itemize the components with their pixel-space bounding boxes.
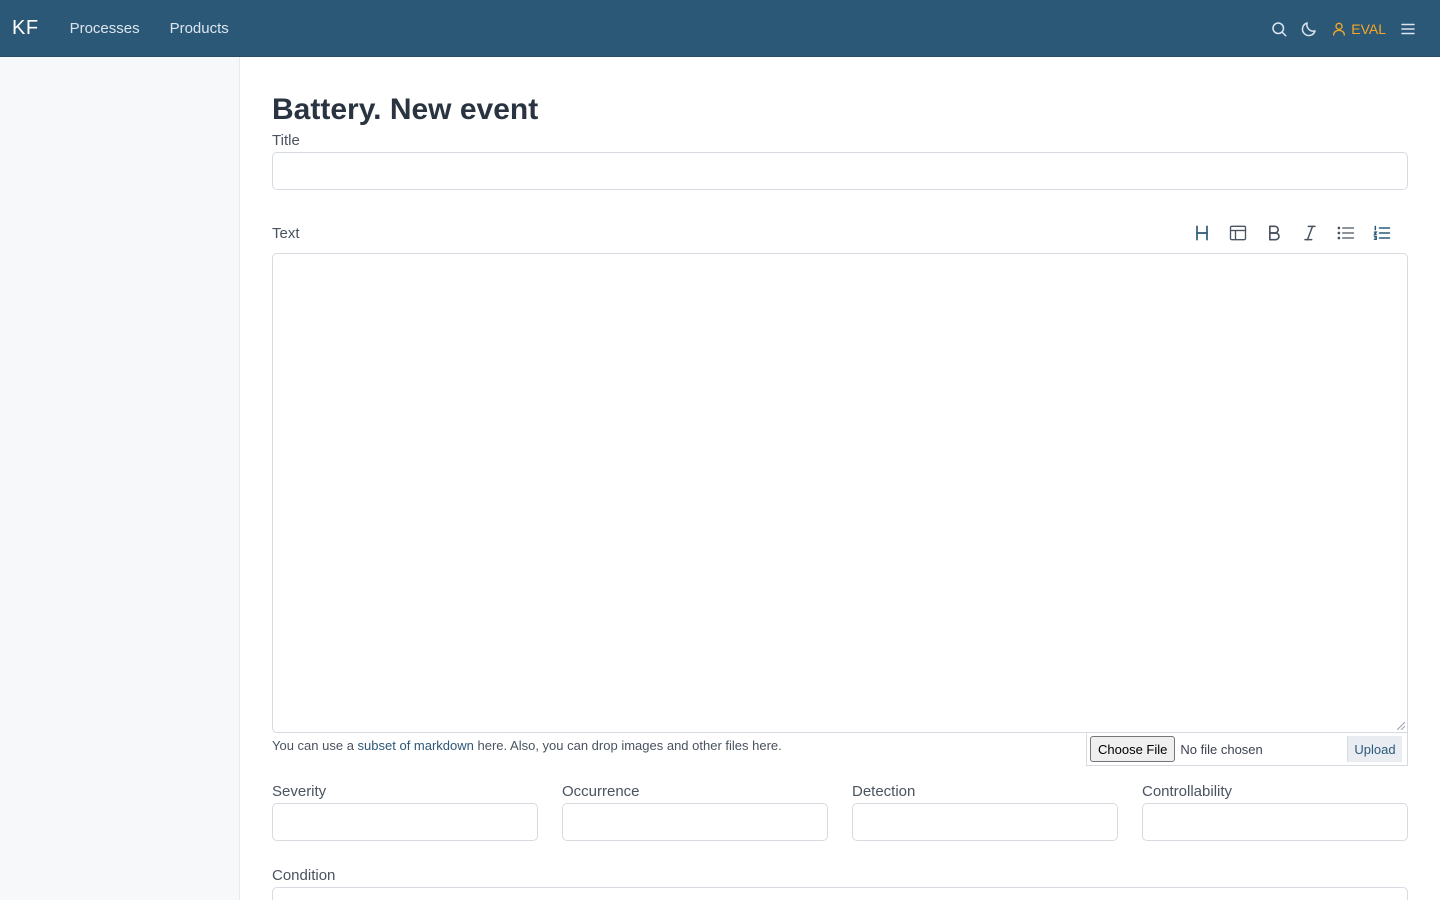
navbar-actions: EVAL [1259, 0, 1418, 57]
hint-prefix: You can use a [272, 738, 358, 753]
file-upload: Choose File No file chosen Upload [1086, 733, 1408, 766]
text-editor[interactable] [272, 253, 1408, 733]
title-input[interactable] [272, 152, 1408, 190]
user-label: EVAL [1351, 20, 1386, 37]
page-title: Battery. New event [272, 93, 539, 126]
bullet-list-icon[interactable] [1334, 221, 1358, 245]
markdown-help-link[interactable]: subset of markdown [358, 738, 474, 753]
menu-icon[interactable] [1398, 19, 1418, 39]
top-navbar: KF Processes Products EVAL [0, 0, 1440, 57]
occurrence-label: Occurrence [562, 783, 640, 800]
bold-icon[interactable] [1262, 221, 1286, 245]
user-menu[interactable]: EVAL [1331, 21, 1386, 37]
markdown-hint: You can use a subset of markdown here. A… [272, 738, 782, 753]
severity-input[interactable] [272, 803, 538, 841]
title-label: Title [272, 132, 300, 149]
search-icon[interactable] [1269, 19, 1289, 39]
text-label: Text [272, 225, 300, 242]
italic-icon[interactable] [1298, 221, 1322, 245]
detection-input[interactable] [852, 803, 1118, 841]
brand-logo[interactable]: KF [12, 17, 39, 40]
table-icon[interactable] [1226, 221, 1250, 245]
numbered-list-icon[interactable] [1370, 221, 1394, 245]
controllability-input[interactable] [1142, 803, 1408, 841]
markdown-toolbar [1178, 221, 1394, 245]
sidebar [0, 57, 240, 900]
user-icon [1333, 22, 1346, 36]
choose-file-button[interactable]: Choose File [1090, 736, 1176, 762]
nav-link-products[interactable]: Products [170, 20, 229, 37]
moon-icon[interactable] [1299, 19, 1319, 39]
condition-label: Condition [272, 867, 336, 884]
upload-button[interactable]: Upload [1347, 736, 1402, 762]
occurrence-input[interactable] [562, 803, 828, 841]
heading-icon[interactable] [1190, 221, 1214, 245]
severity-label: Severity [272, 783, 327, 800]
detection-label: Detection [852, 783, 916, 800]
nav-link-processes[interactable]: Processes [70, 20, 140, 37]
condition-input[interactable] [272, 887, 1408, 900]
resize-handle-icon[interactable] [1397, 722, 1405, 730]
controllability-label: Controllability [1142, 783, 1233, 800]
hint-suffix: here. Also, you can drop images and othe… [473, 738, 782, 753]
file-status: No file chosen [1180, 741, 1263, 757]
